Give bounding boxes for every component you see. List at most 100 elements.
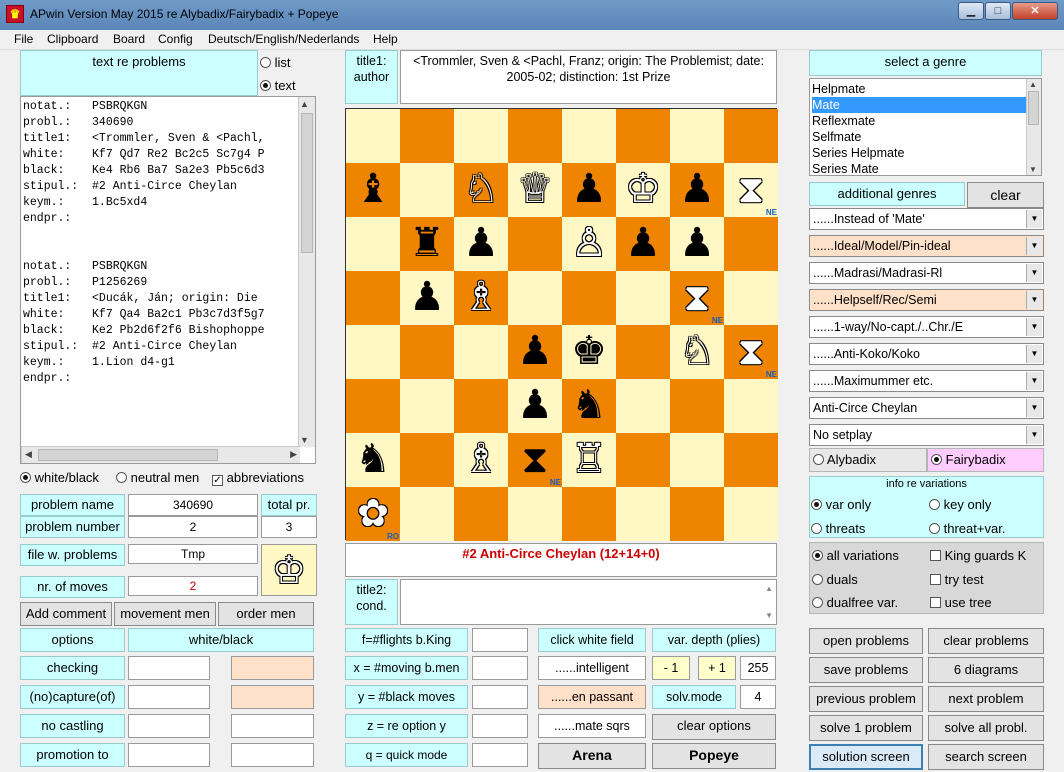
board-square[interactable] bbox=[508, 271, 562, 325]
check-try-test[interactable]: try test bbox=[930, 572, 984, 587]
radio-alybadix-button[interactable] bbox=[813, 454, 824, 465]
board-square[interactable] bbox=[400, 433, 454, 487]
radio-white-black-button[interactable] bbox=[20, 472, 31, 483]
board-square[interactable] bbox=[562, 487, 616, 541]
board-square[interactable]: ♙ bbox=[562, 217, 616, 271]
board-square[interactable]: ♟ bbox=[508, 379, 562, 433]
genre-combo-1[interactable]: ......Instead of 'Mate' ▼ bbox=[809, 208, 1044, 230]
title2-scroll-down-icon[interactable]: ▼ bbox=[765, 611, 773, 620]
radio-all-variations[interactable]: all variations bbox=[812, 548, 899, 563]
board-square[interactable] bbox=[562, 109, 616, 163]
board-square[interactable] bbox=[454, 109, 508, 163]
checking-black-field[interactable] bbox=[231, 656, 314, 680]
problem-text-vscroll[interactable]: ▲ ▼ bbox=[298, 97, 315, 447]
board-square[interactable] bbox=[724, 433, 778, 487]
board-square[interactable]: ⧗ NE bbox=[670, 271, 724, 325]
board-square[interactable] bbox=[616, 379, 670, 433]
solv-mode-field[interactable]: 4 bbox=[740, 685, 776, 709]
quick-mode-field[interactable] bbox=[472, 743, 528, 767]
genre-reflexmate[interactable]: Reflexmate bbox=[812, 113, 1026, 129]
popeye-button[interactable]: Popeye bbox=[652, 743, 776, 769]
save-problems-button[interactable]: save problems bbox=[809, 657, 923, 683]
depth-minus-button[interactable]: - 1 bbox=[652, 656, 690, 680]
radio-alybadix[interactable]: Alybadix bbox=[809, 448, 927, 472]
menu-help[interactable]: Help bbox=[373, 32, 398, 46]
solve-all-button[interactable]: solve all probl. bbox=[928, 715, 1044, 741]
chevron-down-icon[interactable]: ▼ bbox=[1026, 291, 1042, 309]
radio-text-button[interactable] bbox=[260, 80, 271, 91]
capture-white-field[interactable] bbox=[128, 685, 210, 709]
radio-list-button[interactable] bbox=[260, 57, 271, 68]
genre-scroll-down-icon[interactable]: ▼ bbox=[1029, 165, 1037, 174]
menu-file[interactable]: File bbox=[14, 32, 33, 46]
chevron-down-icon[interactable]: ▼ bbox=[1026, 345, 1042, 363]
maximize-button[interactable]: □ bbox=[985, 2, 1011, 20]
radio-list[interactable]: list bbox=[260, 55, 291, 70]
chevron-down-icon[interactable]: ▼ bbox=[1026, 399, 1042, 417]
board-square[interactable] bbox=[454, 487, 508, 541]
castling-black-field[interactable] bbox=[231, 714, 314, 738]
board-square[interactable] bbox=[724, 271, 778, 325]
minimize-button[interactable]: ▁ bbox=[958, 2, 984, 20]
moving-field[interactable] bbox=[472, 656, 528, 680]
use-tree-checkbox[interactable] bbox=[930, 597, 941, 608]
problem-text-area[interactable]: notat.: PSBRQKGN probl.: 340690 title1: … bbox=[20, 96, 316, 464]
threat-var-button[interactable] bbox=[929, 523, 940, 534]
genre-list-scroll[interactable]: ▲ ▼ bbox=[1026, 79, 1041, 175]
var-only-button[interactable] bbox=[811, 499, 822, 510]
chevron-down-icon[interactable]: ▼ bbox=[1026, 318, 1042, 336]
genre-combo-9[interactable]: No setplay ▼ bbox=[809, 424, 1044, 446]
radio-fairybadix[interactable]: Fairybadix bbox=[927, 448, 1044, 472]
solve-one-button[interactable]: solve 1 problem bbox=[809, 715, 923, 741]
board-square[interactable] bbox=[670, 109, 724, 163]
arena-button[interactable]: Arena bbox=[538, 743, 646, 769]
radio-key-only[interactable]: key only bbox=[929, 497, 991, 512]
solution-screen-button[interactable]: solution screen bbox=[809, 744, 923, 770]
problem-text-hscroll[interactable]: ◀ ▶ bbox=[21, 446, 300, 463]
board-square[interactable]: ♟ bbox=[400, 271, 454, 325]
board-square[interactable]: ♖ bbox=[562, 433, 616, 487]
radio-var-only[interactable]: var only bbox=[811, 497, 871, 512]
dualfree-button[interactable] bbox=[812, 597, 823, 608]
order-men-button[interactable]: order men bbox=[218, 602, 314, 626]
genre-scroll-thumb[interactable] bbox=[1028, 91, 1039, 125]
board-square[interactable] bbox=[670, 379, 724, 433]
hscroll-thumb[interactable] bbox=[38, 449, 218, 461]
en-passant-option[interactable]: ......en passant bbox=[538, 685, 646, 709]
radio-fairybadix-button[interactable] bbox=[931, 454, 942, 465]
check-abbreviations[interactable]: ✓ abbreviations bbox=[212, 470, 304, 486]
genre-scroll-up-icon[interactable]: ▲ bbox=[1029, 80, 1037, 89]
board-square[interactable] bbox=[400, 325, 454, 379]
board-square[interactable]: ♟ bbox=[454, 217, 508, 271]
menu-clipboard[interactable]: Clipboard bbox=[47, 32, 98, 46]
genre-combo-7[interactable]: ......Maximummer etc. ▼ bbox=[809, 370, 1044, 392]
board-square[interactable] bbox=[508, 487, 562, 541]
chevron-down-icon[interactable]: ▼ bbox=[1026, 264, 1042, 282]
capture-black-field[interactable] bbox=[231, 685, 314, 709]
scroll-left-icon[interactable]: ◀ bbox=[25, 449, 32, 460]
depth-value-field[interactable]: 255 bbox=[740, 656, 776, 680]
board-square[interactable]: ♘ bbox=[454, 163, 508, 217]
radio-dualfree[interactable]: dualfree var. bbox=[812, 595, 898, 610]
promotion-black-field[interactable] bbox=[231, 743, 314, 767]
mate-sqrs-option[interactable]: ......mate sqrs bbox=[538, 714, 646, 738]
genre-helpmate[interactable]: Helpmate bbox=[812, 81, 1026, 97]
scroll-up-icon[interactable]: ▲ bbox=[300, 99, 309, 109]
board-square[interactable] bbox=[400, 379, 454, 433]
intelligent-option[interactable]: ......intelligent bbox=[538, 656, 646, 680]
click-white-field-label[interactable]: click white field bbox=[538, 628, 646, 652]
abbreviations-checkbox[interactable]: ✓ bbox=[212, 475, 223, 486]
board-square[interactable] bbox=[616, 487, 670, 541]
clear-options-button[interactable]: clear options bbox=[652, 714, 776, 740]
board-square[interactable]: ♔ bbox=[616, 163, 670, 217]
board-square[interactable]: ⧗ NE bbox=[508, 433, 562, 487]
board-square[interactable]: ♟ bbox=[670, 163, 724, 217]
black-moves-field[interactable] bbox=[472, 685, 528, 709]
board-square[interactable]: ♗ bbox=[454, 433, 508, 487]
board-square[interactable]: ♞ bbox=[346, 433, 400, 487]
radio-neutral-men[interactable]: neutral men bbox=[116, 470, 199, 485]
check-king-guards[interactable]: King guards K bbox=[930, 548, 1026, 563]
scroll-down-icon[interactable]: ▼ bbox=[300, 435, 309, 445]
genre-combo-3[interactable]: ......Madrasi/Madrasi-Rl ▼ bbox=[809, 262, 1044, 284]
re-option-field[interactable] bbox=[472, 714, 528, 738]
